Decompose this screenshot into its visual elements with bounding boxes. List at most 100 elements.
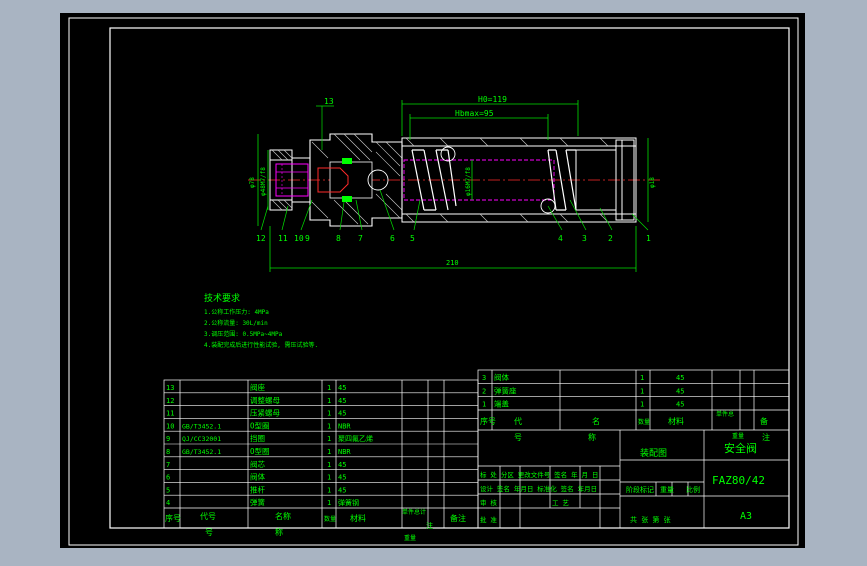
callout-6: 6 (390, 234, 395, 243)
bom-left-row-qty: 1 (327, 384, 331, 392)
bom-left-row-qty: 1 (327, 499, 331, 507)
bom-left-row-code: GB/T3452.1 (182, 448, 221, 456)
tb-weight-label: 重量 (732, 432, 744, 440)
bom-left-row-name: 调整螺母 (250, 395, 280, 405)
callout-11: 11 (278, 234, 288, 243)
callout-4: 4 (558, 234, 563, 243)
callout-1: 1 (646, 234, 651, 243)
dim-d4: φ16M7/f8 (465, 167, 472, 196)
callout-2: 2 (608, 234, 613, 243)
bom-right-row-name: 阀体 (494, 372, 509, 382)
callout-10: 10 (294, 234, 304, 243)
o-ring-lower (342, 196, 352, 202)
tb-drawing-type: 装配图 (640, 447, 667, 459)
bom-left-row-mat: 45 (338, 397, 346, 405)
bom-left-sub-code: 号 (205, 528, 213, 537)
bom-left-h-name: 名称 (275, 511, 291, 521)
tb-sign-row2: 设计 签名 年月日 标准化 签名 年月日 (480, 484, 597, 493)
tb-sheets-label: 共 张 第 张 (630, 515, 671, 524)
bom-left-h-code: 代号 (200, 511, 216, 521)
callout-5: 5 (410, 234, 415, 243)
bom-right-h-mat: 材料 (668, 416, 684, 426)
tb-scale-label: 比例 (686, 485, 700, 494)
tb-sheet-size: A3 (740, 511, 752, 522)
bom-left-row-qty: 1 (327, 435, 331, 443)
dim-h0: H0=119 (478, 95, 507, 104)
tech-line-2: 2.公称流量: 30L/min (204, 319, 268, 327)
bom-left-row-name: 压紧螺母 (250, 408, 280, 418)
dim-d1: φ78 (249, 177, 256, 188)
tb-weight-col: 重量 (660, 486, 674, 494)
bom-right-row-name: 弹簧座 (494, 385, 517, 395)
bom-right-row-no: 3 (482, 374, 486, 382)
bom-left-row-no: 6 (166, 474, 170, 482)
bom-left-h-no: 序号 (165, 513, 181, 523)
tb-sign-row1: 标 处 分区 更改文件号 签名 年 月 日 (480, 470, 598, 479)
bom-left-sub-name: 称 (275, 527, 283, 537)
bom-left-row-qty: 1 (327, 486, 331, 494)
tb-note-label: 注 (762, 432, 770, 442)
tb-stage-label: 阶段标记 (626, 485, 654, 494)
callout-9: 9 (305, 234, 310, 243)
bom-left-h-mat: 材料 (350, 513, 366, 523)
callout-8: 8 (336, 234, 341, 243)
bom-right-h-qty: 数量 (638, 418, 650, 426)
bom-left-row-qty: 1 (327, 461, 331, 469)
bom-left-row-qty: 1 (327, 410, 331, 418)
bom-left-row-name: 阀体 (250, 472, 265, 482)
bom-left-h-weight: 单件总计 (402, 508, 426, 516)
assembly-drawing: H0=119 Hbmax=95 210 φ78 φ48M7/f8 φ18 φ16… (60, 13, 805, 548)
bom-right-row-mat: 45 (676, 401, 684, 409)
tech-line-4: 4.装配完成后进行性能试验, 需压试验等. (204, 341, 318, 349)
tb-code-label: 号 (514, 433, 522, 442)
bom-left-row-mat: 45 (338, 461, 346, 469)
callout-13: 13 (324, 97, 334, 106)
bom-left-row-qty: 1 (327, 448, 331, 456)
tb-row3-mid: 工 艺 (552, 499, 569, 507)
bom-left-row-mat: 弹簧钢 (338, 498, 359, 507)
bom-left-h-qty: 数量 (324, 515, 336, 523)
bom-right-row-name: 端盖 (494, 399, 509, 409)
tb-row3-left: 审 核 (480, 498, 497, 507)
bom-left-row-no: 4 (166, 499, 170, 507)
bom-left-row-mat: 聚四氟乙烯 (338, 434, 373, 443)
callout-7: 7 (358, 234, 363, 243)
bom-left-row-name: O型圈 (250, 421, 270, 430)
bom-left-row-qty: 1 (327, 422, 331, 430)
bom-right-h-name: 名 (592, 416, 600, 426)
bom-left-row-mat: 45 (338, 486, 346, 494)
bom-right-h-code: 代 (514, 416, 522, 426)
bom-right-h-note: 备 (760, 416, 768, 426)
bom-left-row-no: 9 (166, 435, 170, 443)
bom-left-row-mat: NBR (338, 448, 351, 456)
dim-d2: φ48M7/f8 (260, 167, 267, 196)
tech-line-3: 3.调压范围: 0.5MPa~4MPa (204, 330, 283, 338)
tb-drawing-no: FAZ80/42 (712, 474, 765, 487)
bom-left-row-no: 13 (166, 384, 174, 392)
o-ring-upper (342, 158, 352, 164)
bom-left-sub-note: 注 (426, 521, 433, 530)
bom-right-row-no: 2 (482, 387, 486, 395)
dim-hbmax: Hbmax=95 (455, 109, 494, 118)
dim-length: 210 (446, 259, 459, 267)
bom-left-row-name: 挡圈 (250, 433, 265, 443)
bom-left-row-no: 5 (166, 486, 170, 494)
tech-title: 技术要求 (204, 292, 240, 304)
bom-left-sub-weight: 重量 (404, 534, 416, 542)
bom-left-row-qty: 1 (327, 397, 331, 405)
bom-right-row-mat: 45 (676, 387, 684, 395)
bom-left-row-mat: 45 (338, 410, 346, 418)
callout-12: 12 (256, 234, 266, 243)
bom-left-row-mat: NBR (338, 422, 351, 430)
bom-right-h-weight: 单件总 (716, 410, 734, 418)
bom-left-row-no: 12 (166, 397, 174, 405)
bom-left-row-name: 阀芯 (250, 459, 265, 469)
bom-left-row-no: 8 (166, 448, 170, 456)
bom-left-row-code: QJ/CC32001 (182, 435, 221, 443)
bom-right-row-mat: 45 (676, 374, 684, 382)
callout-3: 3 (582, 234, 587, 243)
bom-left-h-note: 备注 (450, 513, 466, 523)
tb-product-name: 安全阀 (724, 441, 757, 455)
bom-left-row-mat: 45 (338, 474, 346, 482)
bom-left-row-name: 推杆 (250, 484, 265, 494)
